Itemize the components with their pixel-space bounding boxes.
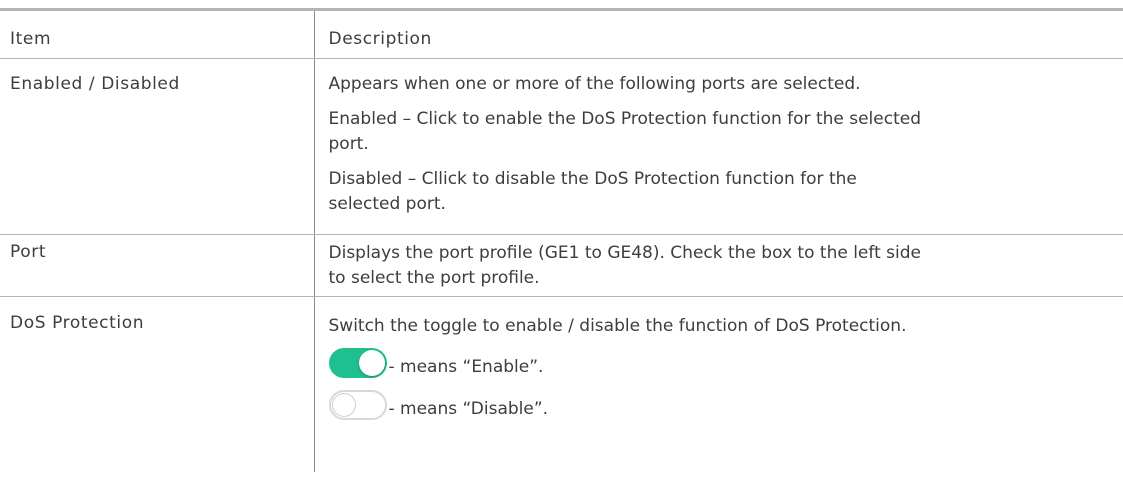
desc-text: Disabled – Cllick to disable the DoS Pro… bbox=[328, 169, 857, 189]
desc-text: Switch the toggle to enable / disable th… bbox=[328, 316, 907, 336]
table-header-row: Item Description bbox=[0, 8, 1123, 59]
row-description-port: Displays the port profile (GE1 to GE48).… bbox=[313, 234, 1123, 297]
desc-text: Appears when one or more of the followin… bbox=[328, 74, 861, 94]
table-row: Port Displays the port profile (GE1 to G… bbox=[0, 234, 1123, 297]
table-row: Enabled / Disabled Appears when one or m… bbox=[0, 58, 1123, 235]
desc-text: selected port. bbox=[328, 194, 446, 214]
disable-meaning-text: - means “Disable”. bbox=[388, 399, 549, 419]
header-description: Description bbox=[313, 8, 1123, 59]
header-item: Item bbox=[0, 8, 314, 59]
desc-text: to select the port profile. bbox=[328, 268, 540, 288]
toggle-disable-line: - means “Disable”. bbox=[328, 390, 1104, 420]
desc-text: Displays the port profile (GE1 to GE48).… bbox=[328, 243, 921, 263]
enable-meaning-text: - means “Enable”. bbox=[388, 357, 544, 377]
parameter-table: Item Description Enabled / Disabled Appe… bbox=[0, 8, 1123, 472]
row-description-dos-protection: Switch the toggle to enable / disable th… bbox=[313, 296, 1123, 472]
row-description-enabled-disabled: Appears when one or more of the followin… bbox=[313, 58, 1123, 235]
toggle-enable-line: - means “Enable”. bbox=[328, 348, 1104, 378]
row-item-port: Port bbox=[0, 234, 314, 297]
toggle-on-icon bbox=[328, 348, 387, 378]
row-item-dos-protection: DoS Protection bbox=[10, 313, 145, 333]
desc-text: Enabled – Click to enable the DoS Protec… bbox=[328, 109, 922, 129]
desc-text: port. bbox=[328, 134, 369, 154]
table-row: DoS Protection Switch the toggle to enab… bbox=[0, 296, 1123, 472]
toggle-off-icon bbox=[328, 390, 387, 420]
row-item-enabled-disabled: Enabled / Disabled bbox=[0, 58, 314, 235]
